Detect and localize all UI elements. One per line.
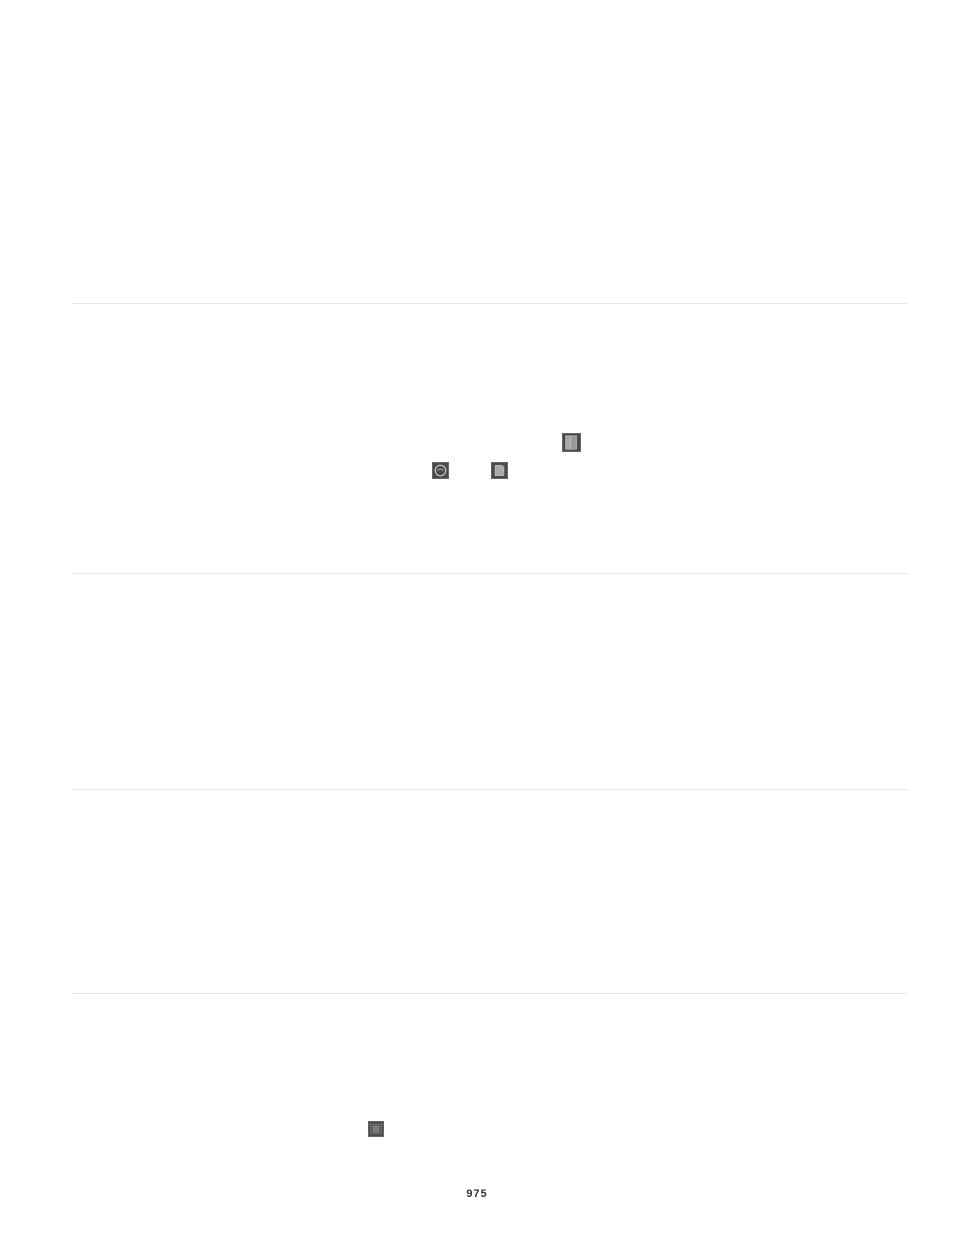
- page-number: 975: [0, 1188, 954, 1200]
- horizontal-rule: [72, 573, 908, 574]
- book-icon: [562, 433, 581, 452]
- horizontal-rule: [72, 993, 908, 994]
- horizontal-rule: [72, 303, 908, 304]
- paper-icon: [491, 462, 508, 479]
- list-icon: [368, 1121, 384, 1137]
- circle-icon: [432, 462, 449, 479]
- horizontal-rule: [72, 789, 908, 790]
